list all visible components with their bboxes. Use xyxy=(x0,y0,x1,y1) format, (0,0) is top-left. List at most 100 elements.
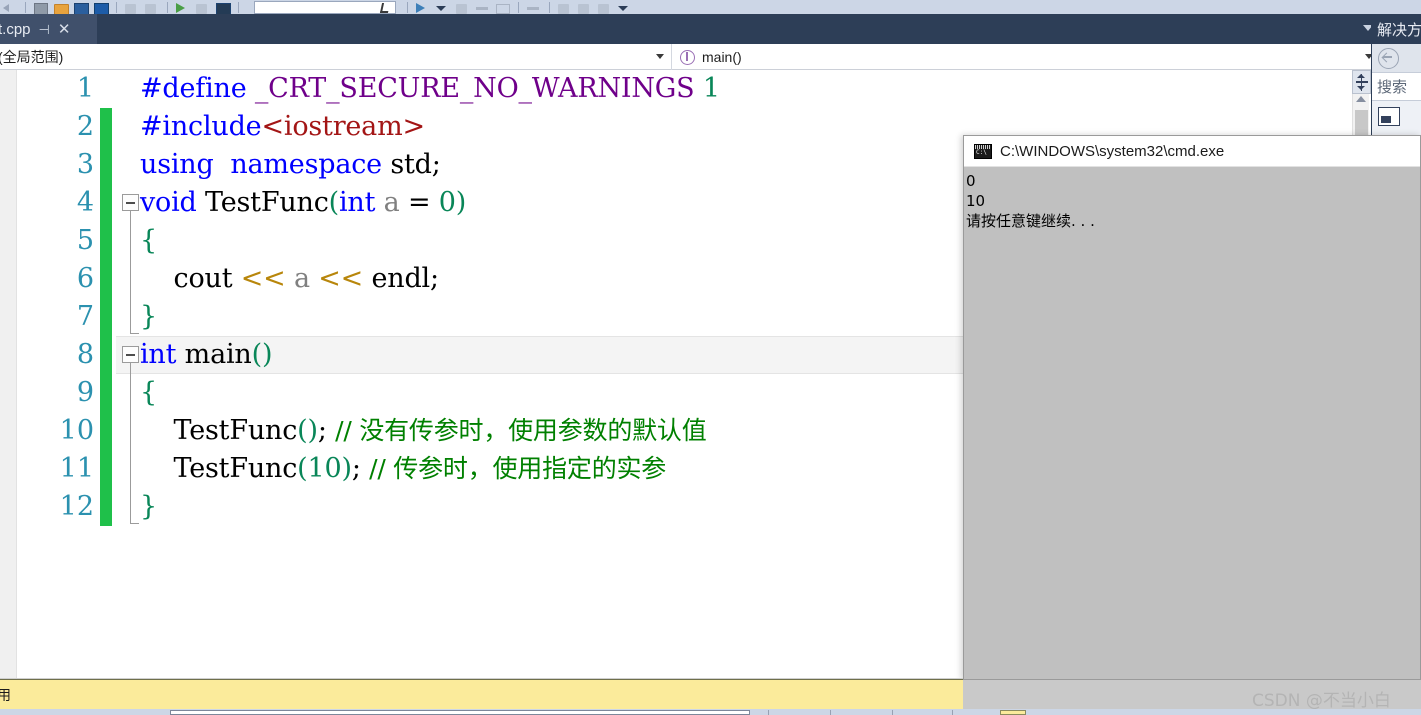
window-blue-alt-icon[interactable] xyxy=(94,2,109,14)
solution-explorer-toolbar xyxy=(1372,44,1421,73)
redo-icon[interactable] xyxy=(145,2,159,14)
code-token: () xyxy=(297,415,318,446)
build-icon[interactable] xyxy=(216,2,231,14)
console-output-line: 请按任意键继续. . . xyxy=(966,212,1095,230)
cmd-console-icon xyxy=(974,143,992,159)
split-up-arrow-icon xyxy=(1357,74,1365,78)
structure-guide-line xyxy=(130,363,131,523)
code-text: #define _CRT_SECURE_NO_WARNINGS 1 xyxy=(140,70,720,108)
scope-dropdown[interactable]: (全局范围) xyxy=(0,44,672,70)
comment-icon[interactable] xyxy=(578,2,592,14)
code-token: cout xyxy=(140,263,241,294)
more-tools-icon[interactable] xyxy=(527,2,541,13)
code-text: } xyxy=(140,298,157,336)
solution-search-input[interactable]: 搜索 xyxy=(1372,73,1421,101)
code-token: ( xyxy=(328,187,340,218)
code-line[interactable]: 1 #define _CRT_SECURE_NO_WARNINGS 1 xyxy=(0,70,1352,108)
save-icon[interactable] xyxy=(34,2,48,14)
layout-icon[interactable] xyxy=(476,2,490,13)
bottom-yellow-indicator xyxy=(1000,710,1026,715)
code-token: << xyxy=(240,263,294,294)
editor-split-control[interactable] xyxy=(1352,70,1371,94)
console-output: 0 10 请按任意键继续. . . xyxy=(964,167,1420,231)
stop-icon[interactable] xyxy=(196,2,210,14)
structure-guide-foot xyxy=(130,523,139,524)
structure-guide-line xyxy=(130,211,131,333)
scroll-up-arrow-icon[interactable] xyxy=(1356,96,1366,102)
close-icon[interactable]: ✕ xyxy=(58,22,71,37)
line-number: 1 xyxy=(76,73,94,104)
line-number: 4 xyxy=(76,187,94,218)
document-tab-strip: t.cpp ⊣ ✕ xyxy=(0,14,1421,44)
code-token: int xyxy=(339,187,384,218)
window-blue-icon[interactable] xyxy=(74,2,89,14)
code-token: a xyxy=(383,187,408,218)
undo-icon[interactable] xyxy=(125,2,139,14)
code-token: TestFunc xyxy=(140,453,298,484)
line-number: 10 xyxy=(59,415,94,446)
code-text: int main() xyxy=(140,336,272,374)
back-arrow-icon[interactable] xyxy=(3,2,17,13)
structure-guide-foot xyxy=(130,333,139,334)
method-icon xyxy=(680,49,695,65)
code-text: cout << a << endl; xyxy=(140,260,440,298)
solution-root-row[interactable] xyxy=(1372,101,1421,131)
code-token: ( xyxy=(297,453,308,484)
code-token: } xyxy=(140,301,157,332)
line-number: 9 xyxy=(76,377,94,408)
code-text: TestFunc(10); // 传参时，使用指定的实参 xyxy=(140,450,667,488)
code-text: { xyxy=(140,222,157,260)
bottom-divider xyxy=(952,710,953,715)
dropdown-caret-icon[interactable] xyxy=(436,2,450,13)
bookmark-icon[interactable] xyxy=(558,2,572,14)
collapse-toggle-icon[interactable] xyxy=(122,194,139,211)
code-token: using namespace xyxy=(140,149,391,180)
back-navigation-icon[interactable] xyxy=(1378,47,1399,69)
code-token: int xyxy=(140,339,185,370)
collapse-toggle-icon[interactable] xyxy=(122,346,139,363)
cmd-console-window[interactable]: C:\WINDOWS\system32\cmd.exe 0 10 请按任意键继续. … xyxy=(963,135,1421,680)
code-token: 10 xyxy=(307,453,342,484)
code-token: // 传参时，使用指定的实参 xyxy=(369,454,667,483)
attach-icon[interactable] xyxy=(456,2,470,14)
configuration-combobox[interactable] xyxy=(254,0,396,14)
code-text: using namespace std; xyxy=(140,146,441,184)
scope-label: (全局范围) xyxy=(0,49,64,65)
member-dropdown[interactable]: main() xyxy=(672,44,1380,70)
code-token: ) xyxy=(341,453,352,484)
toolbar-separator xyxy=(549,1,550,13)
console-output-line: 0 xyxy=(966,172,976,190)
indent-icon[interactable] xyxy=(598,2,612,14)
grid-icon[interactable] xyxy=(496,2,510,14)
play-icon[interactable] xyxy=(416,2,430,13)
toolbar-separator xyxy=(167,1,168,13)
bottom-divider xyxy=(768,710,769,715)
code-token: main xyxy=(184,339,252,370)
change-indicator-bar xyxy=(100,374,112,412)
overflow-caret-icon[interactable] xyxy=(618,2,632,13)
code-token: #include xyxy=(140,111,262,142)
code-token: ) xyxy=(455,187,467,218)
change-indicator-bar xyxy=(100,412,112,450)
notification-bar[interactable]: 用 xyxy=(0,679,963,709)
line-number: 7 xyxy=(76,301,94,332)
bottom-search-box[interactable] xyxy=(170,710,750,715)
chevron-down-icon[interactable] xyxy=(656,54,664,59)
tab-source-file[interactable]: t.cpp ⊣ ✕ xyxy=(0,14,97,44)
code-text: void TestFunc(int a = 0) xyxy=(140,184,466,222)
vs-ide-window: t.cpp ⊣ ✕ (全局范围) main() 1 #define _CRT_SE… xyxy=(0,0,1421,715)
change-indicator-bar xyxy=(100,488,112,526)
console-title-text: C:\WINDOWS\system32\cmd.exe xyxy=(1000,142,1225,160)
change-indicator-bar xyxy=(100,298,112,336)
csdn-watermark: CSDN @不当小白 xyxy=(1252,691,1391,711)
code-navigation-bar: (全局范围) main() xyxy=(0,44,1380,70)
code-text: { xyxy=(140,374,157,412)
pin-icon[interactable]: ⊣ xyxy=(39,23,50,36)
change-indicator-bar xyxy=(100,184,112,222)
member-label: main() xyxy=(702,49,742,65)
open-folder-icon[interactable] xyxy=(54,2,69,14)
solution-explorer-title: 解决方 xyxy=(1372,14,1421,44)
code-token: << xyxy=(318,263,372,294)
start-debug-icon[interactable] xyxy=(176,2,190,13)
line-number: 6 xyxy=(76,263,94,294)
